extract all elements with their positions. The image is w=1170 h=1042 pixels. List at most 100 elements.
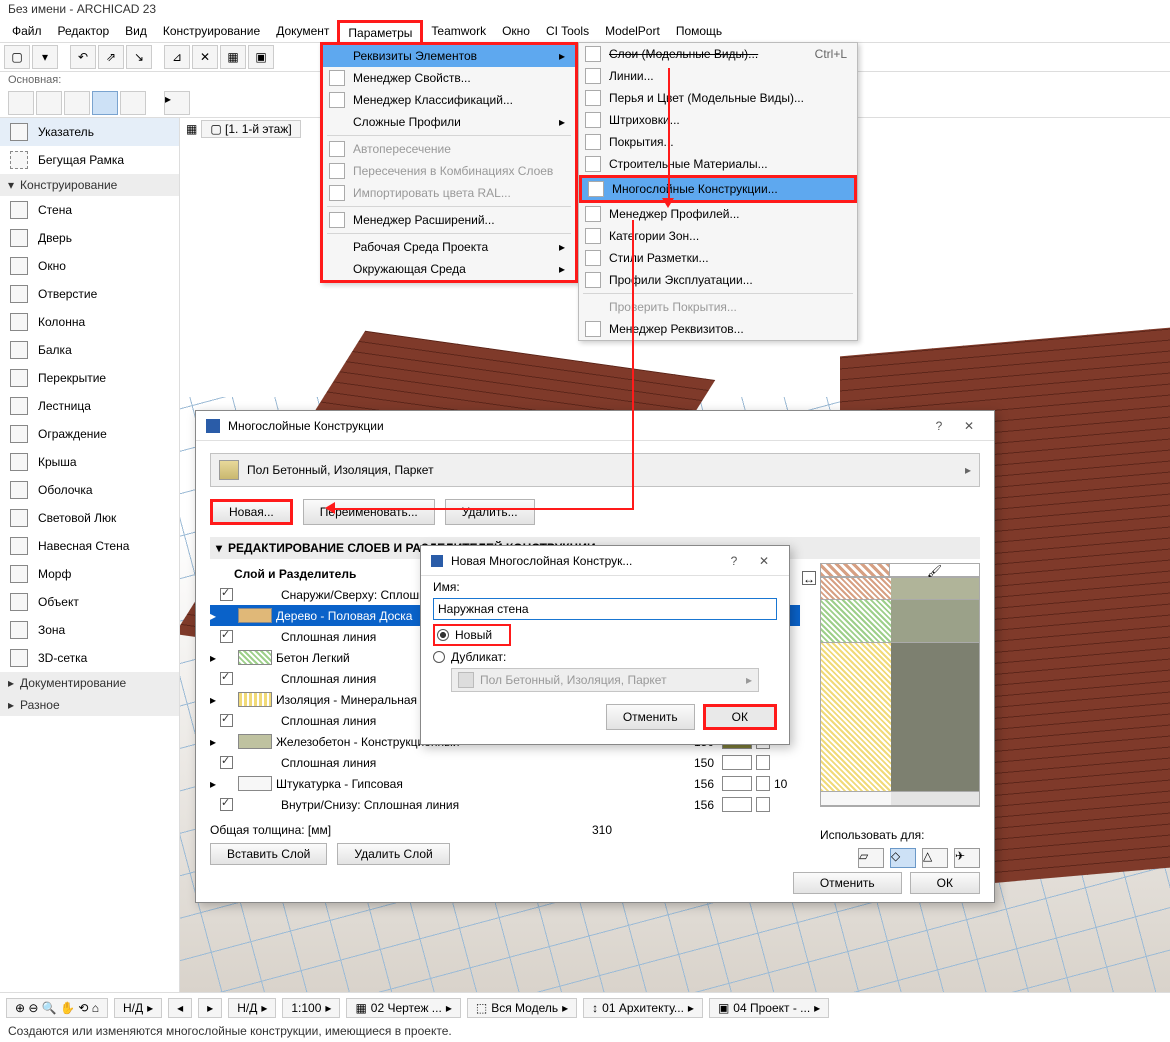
delete-composite-button[interactable]: Удалить... <box>445 499 535 525</box>
menu-editor[interactable]: Редактор <box>50 21 118 41</box>
model-dropdown[interactable]: ⬚ Вся Модель ▸ <box>467 998 577 1018</box>
help-button[interactable]: ? <box>719 554 749 568</box>
remove-layer-button[interactable]: Удалить Слой <box>337 843 449 865</box>
project-dropdown[interactable]: ▣ 04 Проект - ... ▸ <box>709 998 829 1018</box>
nav-back[interactable]: ◂ <box>168 998 192 1018</box>
menu-file[interactable]: Файл <box>4 21 50 41</box>
tool-stair[interactable]: Лестница <box>0 392 179 420</box>
use-wall-icon[interactable]: ▱ <box>858 848 884 868</box>
layer-row-inner-bottom[interactable]: Внутри/Снизу: Сплошная линия156 <box>210 794 800 815</box>
radio-new[interactable]: Новый <box>433 624 511 646</box>
tool-roof[interactable]: Крыша <box>0 448 179 476</box>
tool-door[interactable]: Дверь <box>0 224 179 252</box>
tool-group-document[interactable]: ▸Документирование <box>0 672 179 694</box>
submenu-surfaces[interactable]: Покрытия... <box>579 131 857 153</box>
open-icon[interactable]: ▾ <box>32 45 58 69</box>
tool-marquee[interactable]: Бегущая Рамка <box>0 146 179 174</box>
checkbox[interactable] <box>220 588 233 601</box>
dim-icon[interactable]: ✕ <box>192 45 218 69</box>
close-button[interactable]: ✕ <box>749 554 779 568</box>
menu-modelport[interactable]: ModelPort <box>597 21 668 41</box>
use-slab-icon[interactable]: ◇ <box>890 848 916 868</box>
tab-floor1[interactable]: ▢ [1. 1-й этаж] <box>201 120 300 138</box>
checkbox[interactable] <box>220 672 233 685</box>
tool-morph[interactable]: Морф <box>0 560 179 588</box>
arch-dropdown[interactable]: ↕ 01 Архитекту... ▸ <box>583 998 703 1018</box>
menu-teamwork[interactable]: Teamwork <box>423 21 494 41</box>
menu-citools[interactable]: CI Tools <box>538 21 597 41</box>
submenu-layers[interactable]: Слои (Модельные Виды)...Ctrl+L <box>579 43 857 65</box>
subtool-4-icon[interactable] <box>92 91 118 115</box>
submenu-composites[interactable]: Многослойные Конструкции... <box>579 175 857 203</box>
tool-wall[interactable]: Стена <box>0 196 179 224</box>
composites-ok-button[interactable]: ОК <box>910 872 980 894</box>
tool-skylight[interactable]: Световой Люк <box>0 504 179 532</box>
tool-pointer[interactable]: Указатель <box>0 118 179 146</box>
checkbox[interactable] <box>220 714 233 727</box>
menu-window[interactable]: Окно <box>494 21 538 41</box>
pick-icon[interactable]: ↘ <box>126 45 152 69</box>
submenu-operation-profiles[interactable]: Профили Эксплуатации... <box>579 269 857 291</box>
menu-item-complex-profiles[interactable]: Сложные Профили▸ <box>323 111 575 133</box>
submenu-building-materials[interactable]: Строительные Материалы... <box>579 153 857 175</box>
menu-item-element-attributes[interactable]: Реквизиты Элементов▸ <box>323 45 575 67</box>
menu-document[interactable]: Документ <box>268 21 337 41</box>
rename-composite-button[interactable]: Переименовать... <box>303 499 435 525</box>
help-button[interactable]: ? <box>924 419 954 433</box>
layer-row-plaster[interactable]: ▸Штукатурка - Гипсовая15610 <box>210 773 800 794</box>
menu-construct[interactable]: Конструирование <box>155 21 268 41</box>
tool-curtainwall[interactable]: Навесная Стена <box>0 532 179 560</box>
subtool-pointer-icon[interactable]: ▸ <box>164 91 190 115</box>
tool-window[interactable]: Окно <box>0 252 179 280</box>
redo-icon[interactable]: ⇗ <box>98 45 124 69</box>
nav-fwd[interactable]: ▸ <box>198 998 222 1018</box>
subtool-3-icon[interactable] <box>64 91 90 115</box>
composites-cancel-button[interactable]: Отменить <box>793 872 902 894</box>
tool-group-construct[interactable]: ▾Конструирование <box>0 174 179 196</box>
use-roof-icon[interactable]: △ <box>922 848 948 868</box>
tool-beam[interactable]: Балка <box>0 336 179 364</box>
nd-1[interactable]: Н/Д ▸ <box>114 998 162 1018</box>
tool-group-misc[interactable]: ▸Разное <box>0 694 179 716</box>
menu-item-work-environment[interactable]: Рабочая Среда Проекта▸ <box>323 236 575 258</box>
menu-view[interactable]: Вид <box>117 21 155 41</box>
composite-name-input[interactable] <box>433 598 777 620</box>
menu-item-addon-manager[interactable]: Менеджер Расширений... <box>323 209 575 231</box>
tool-object[interactable]: Объект <box>0 588 179 616</box>
grid-icon[interactable]: ▦ <box>220 45 246 69</box>
tool-railing[interactable]: Ограждение <box>0 420 179 448</box>
tool-opening[interactable]: Отверстие <box>0 280 179 308</box>
checkbox[interactable] <box>220 630 233 643</box>
checkbox[interactable] <box>220 798 233 811</box>
zoom-tools[interactable]: ⊕ ⊖ 🔍 ✋ ⟲ ⌂ <box>6 998 108 1018</box>
submenu-fills[interactable]: Штриховки... <box>579 109 857 131</box>
submenu-lines[interactable]: Линии... <box>579 65 857 87</box>
menu-item-property-manager[interactable]: Менеджер Свойств... <box>323 67 575 89</box>
subtool-1-icon[interactable] <box>8 91 34 115</box>
drawing-dropdown[interactable]: ▦ 02 Чертеж ... ▸ <box>346 998 460 1018</box>
undo-icon[interactable]: ↶ <box>70 45 96 69</box>
measure-icon[interactable]: ⊿ <box>164 45 190 69</box>
tab-grid-icon[interactable]: ▦ <box>186 122 197 136</box>
layer-row[interactable]: Сплошная линия150 <box>210 752 800 773</box>
tool-slab[interactable]: Перекрытие <box>0 364 179 392</box>
subtool-5-icon[interactable] <box>120 91 146 115</box>
tool-zone[interactable]: Зона <box>0 616 179 644</box>
menu-item-environment[interactable]: Окружающая Среда▸ <box>323 258 575 280</box>
submenu-attribute-manager[interactable]: Менеджер Реквизитов... <box>579 318 857 340</box>
new-composite-button[interactable]: Новая... <box>210 499 293 525</box>
nd-2[interactable]: Н/Д ▸ <box>228 998 276 1018</box>
tool-mesh[interactable]: 3D-сетка <box>0 644 179 672</box>
submenu-zone-categories[interactable]: Категории Зон... <box>579 225 857 247</box>
tool-shell[interactable]: Оболочка <box>0 476 179 504</box>
composite-selector[interactable]: Пол Бетонный, Изоляция, Паркет ▸ <box>210 453 980 487</box>
menu-item-classification-manager[interactable]: Менеджер Классификаций... <box>323 89 575 111</box>
checkbox[interactable] <box>220 756 233 769</box>
submenu-markup-styles[interactable]: Стили Разметки... <box>579 247 857 269</box>
menu-parameters[interactable]: Параметры <box>337 20 423 43</box>
insert-layer-button[interactable]: Вставить Слой <box>210 843 327 865</box>
new-icon[interactable]: ▢ <box>4 45 30 69</box>
tool-column[interactable]: Колонна <box>0 308 179 336</box>
snap-icon[interactable]: ▣ <box>248 45 274 69</box>
use-shell-icon[interactable]: ✈ <box>954 848 980 868</box>
